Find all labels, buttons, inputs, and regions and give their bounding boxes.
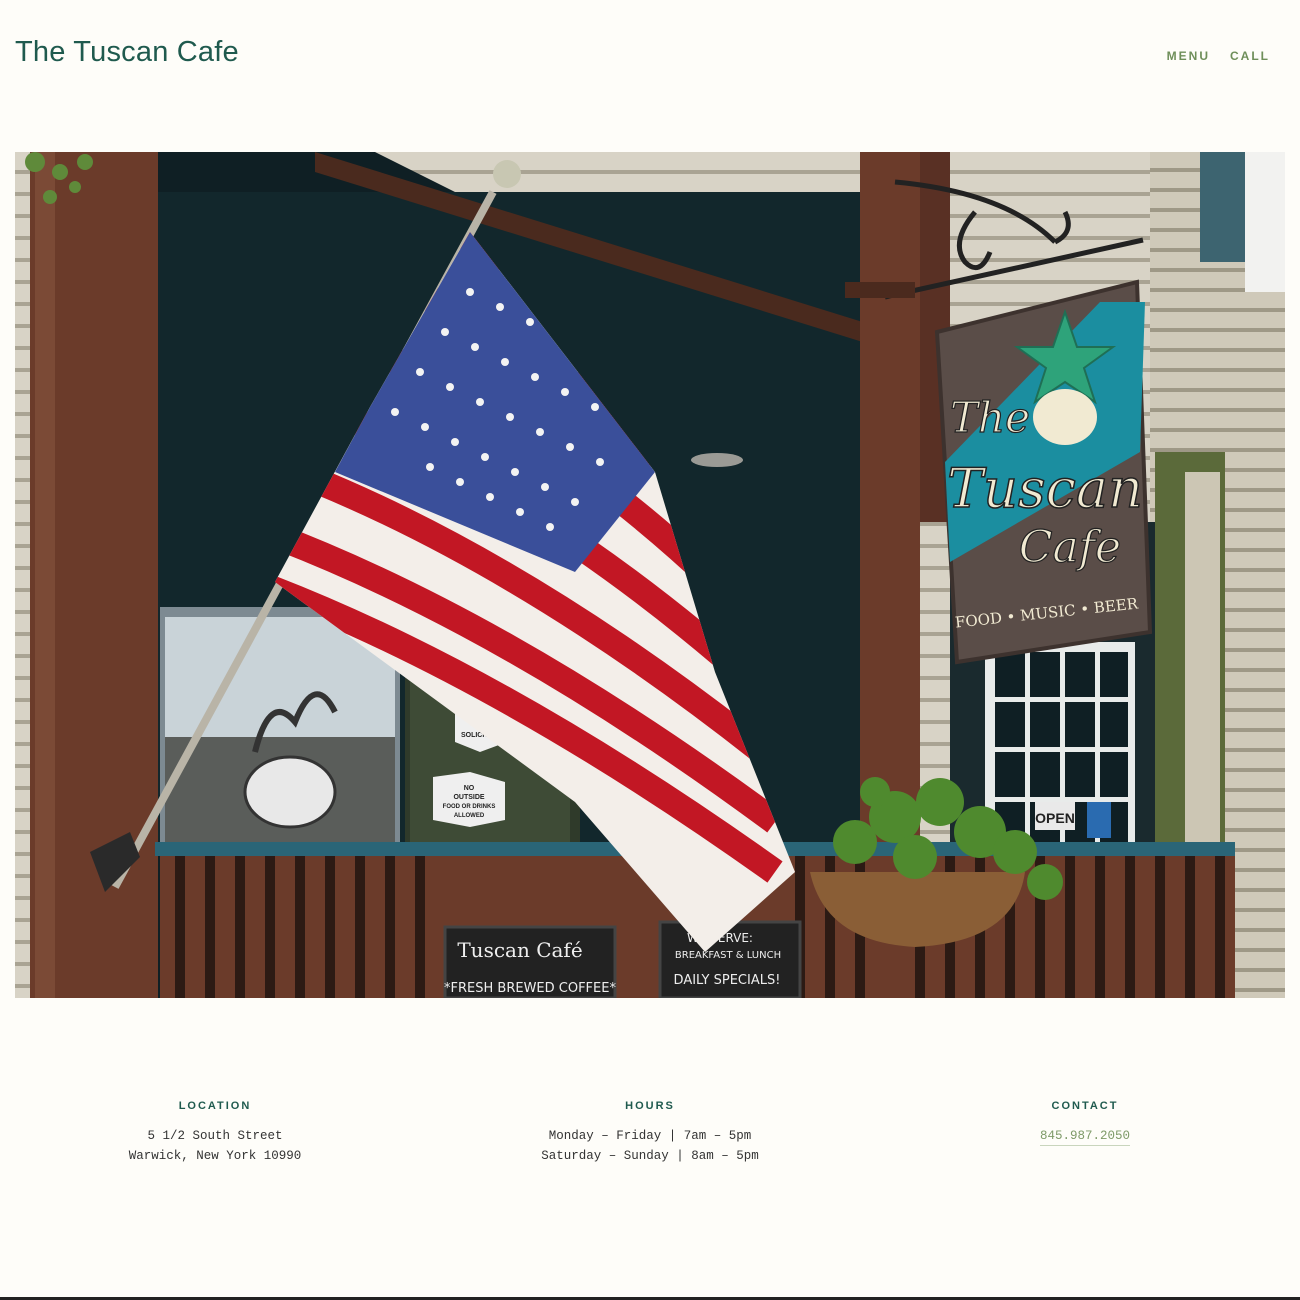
- svg-text:The: The: [950, 393, 1030, 442]
- window-grid: OPEN: [985, 642, 1135, 852]
- svg-text:Tuscan Café: Tuscan Café: [457, 938, 582, 962]
- storefront-photo: NO SOLICITING NO OUTSIDE FOOD OR DRINKS …: [15, 152, 1285, 998]
- hours-heading: HOURS: [625, 1100, 675, 1112]
- svg-text:BREAKFAST & LUNCH: BREAKFAST & LUNCH: [675, 950, 781, 961]
- svg-text:ALLOWED: ALLOWED: [454, 813, 485, 819]
- cafe-sign: The Tuscan Cafe FOOD • MUSIC • BEER: [934, 279, 1153, 665]
- nav-menu-link[interactable]: MENU: [1167, 49, 1210, 63]
- hours-weekend: Saturday – Sunday | 8am – 5pm: [541, 1149, 759, 1163]
- contact-heading: CONTACT: [1051, 1100, 1119, 1112]
- site-title[interactable]: The Tuscan Cafe: [15, 36, 239, 69]
- hours-block: HOURS Monday – Friday | 7am – 5pm Saturd…: [470, 1100, 830, 1166]
- info-section: LOCATION 5 1/2 South Street Warwick, New…: [0, 1100, 1300, 1180]
- address-line-2: Warwick, New York 10990: [128, 1149, 302, 1163]
- hero-image: NO SOLICITING NO OUTSIDE FOOD OR DRINKS …: [15, 152, 1285, 998]
- svg-text:OPEN: OPEN: [1035, 810, 1075, 826]
- svg-text:OUTSIDE: OUTSIDE: [453, 794, 484, 801]
- site-header: The Tuscan Cafe MENU CALL: [0, 0, 1300, 110]
- no-outside-food-sign: NO OUTSIDE FOOD OR DRINKS ALLOWED: [433, 772, 505, 827]
- svg-text:*FRESH BREWED COFFEE*: *FRESH BREWED COFFEE*: [444, 981, 616, 996]
- chalkboard-right: WE SERVE: BREAKFAST & LUNCH DAILY SPECIA…: [658, 920, 802, 998]
- location-heading: LOCATION: [178, 1100, 252, 1112]
- nav-call-link[interactable]: CALL: [1230, 49, 1270, 63]
- contact-block: CONTACT 845.987.2050: [905, 1100, 1265, 1146]
- chalkboard-left: Tuscan Café *FRESH BREWED COFFEE*: [443, 925, 617, 998]
- svg-text:Tuscan: Tuscan: [947, 457, 1143, 520]
- hours-weekday: Monday – Friday | 7am – 5pm: [548, 1129, 752, 1143]
- svg-text:NO: NO: [464, 785, 475, 792]
- svg-text:FOOD OR DRINKS: FOOD OR DRINKS: [443, 804, 496, 810]
- svg-text:Cafe: Cafe: [1019, 522, 1121, 573]
- main-nav: MENU CALL: [1167, 49, 1270, 63]
- location-block: LOCATION 5 1/2 South Street Warwick, New…: [35, 1100, 395, 1166]
- address-line-1: 5 1/2 South Street: [147, 1129, 283, 1143]
- phone-link[interactable]: 845.987.2050: [1039, 1129, 1130, 1146]
- svg-text:DAILY SPECIALS!: DAILY SPECIALS!: [674, 973, 781, 988]
- shutter: [1200, 152, 1245, 262]
